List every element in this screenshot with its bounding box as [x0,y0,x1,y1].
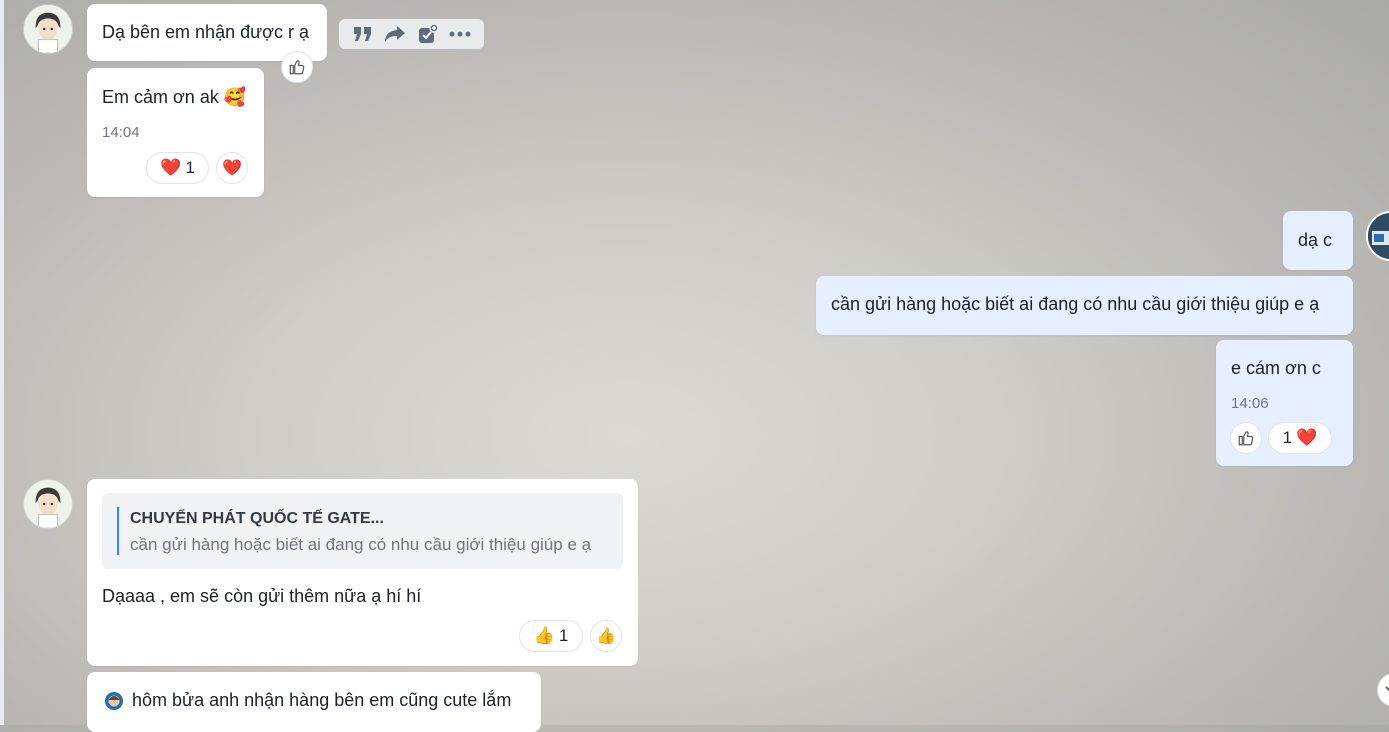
sender-avatar[interactable] [23,479,73,529]
scroll-to-bottom-button[interactable] [1377,673,1389,707]
thumbs-up-outline-icon [289,60,305,75]
message-bubble-incoming[interactable]: hôm bửa anh nhận hàng bên em cũng cute l… [87,672,541,732]
message-text: Em cảm ơn ak 🥰 [102,87,247,107]
message-timestamp: 14:06 [1231,395,1269,412]
message-text: Dạ bên em nhận được r ạ [102,22,309,42]
avatar-illustration-icon [24,5,72,53]
quote-icon [354,27,372,41]
thumbs-up-emoji-icon: 👍 [596,628,616,645]
like-button[interactable] [1230,422,1262,454]
window-edge [0,0,4,725]
reaction-count: 1 [185,158,195,177]
message-bubble-incoming[interactable]: Em cảm ơn ak 🥰 14:04 ❤️ 1 ❤️ [87,68,264,197]
message-bubble-outgoing[interactable]: dạ c [1283,211,1353,270]
sender-avatar[interactable] [23,4,73,54]
quoted-message[interactable]: CHUYỂN PHÁT QUỐC TẾ GATE... cần gửi hàng… [102,493,623,569]
message-text: cần gửi hàng hoặc biết ai đang có nhu cầ… [831,294,1320,314]
quoted-text: cần gửi hàng hoặc biết ai đang có nhu cầ… [130,535,592,554]
message-bubble-outgoing[interactable]: e cám ơn c 14:06 1 ❤️ [1216,340,1353,466]
message-bubble-outgoing[interactable]: cần gửi hàng hoặc biết ai đang có nhu cầ… [816,276,1353,335]
forward-icon [385,26,406,42]
smiling-hearts-emoji: 🥰 [223,87,247,107]
avatar-illustration-icon [24,480,72,528]
avatar-logo-icon [1368,213,1389,259]
reaction-count: 1 [558,626,569,645]
react-heart-button[interactable]: ❤️ [216,152,248,184]
forward-button[interactable] [383,22,407,46]
like-button[interactable] [281,51,313,83]
quoted-sender-name: CHUYỂN PHÁT QUỐC TẾ GATE... [130,510,384,527]
message-timestamp: 14:04 [102,124,140,141]
message-text: e cám ơn c [1231,358,1321,378]
reaction-summary[interactable]: ❤️ 1 [146,152,209,184]
reaction-count: 1 [1282,428,1293,447]
more-button[interactable] [448,22,472,46]
add-task-icon [418,23,439,43]
reaction-summary[interactable]: 1 ❤️ [1268,422,1332,454]
heart-icon: ❤️ [222,160,242,177]
more-icon [449,31,471,37]
reaction-summary[interactable]: 👍 1 [519,620,583,652]
message-action-toolbar [339,19,484,49]
message-text: dạ c [1298,230,1333,250]
heart-icon: ❤️ [1296,428,1318,447]
thumbs-up-emoji-icon: 👍 [533,626,555,645]
heart-icon: ❤️ [160,158,182,177]
message-text: Dạaaa , em sẽ còn gửi thêm nữa ạ hí hí [102,586,422,606]
person-emoji-icon [105,691,123,710]
message-bubble-incoming[interactable]: CHUYỂN PHÁT QUỐC TẾ GATE... cần gửi hàng… [87,479,638,666]
quote-button[interactable] [351,22,375,46]
react-thumbs-up-button[interactable]: 👍 [590,620,622,652]
message-text: hôm bửa anh nhận hàng bên em cũng cute l… [104,690,511,711]
chevron-down-icon [1385,686,1389,692]
quote-accent-bar [117,507,119,555]
thumbs-up-outline-icon [1238,431,1254,446]
add-task-button[interactable] [416,22,440,46]
my-avatar[interactable] [1366,211,1389,261]
